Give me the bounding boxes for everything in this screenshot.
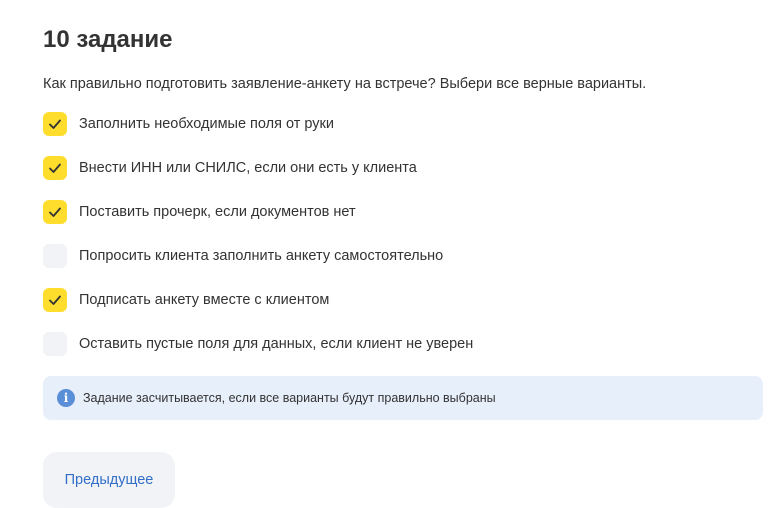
info-banner: i Задание засчитывается, если все вариан… <box>43 376 763 420</box>
option-label: Заполнить необходимые поля от руки <box>79 116 334 132</box>
task-title: 10 задание <box>43 26 173 53</box>
option-5[interactable]: Оставить пустые поля для данных, если кл… <box>43 332 473 356</box>
previous-button[interactable]: Предыдущее <box>43 452 175 508</box>
option-3[interactable]: Попросить клиента заполнить анкету самос… <box>43 244 443 268</box>
checkbox-checked[interactable] <box>43 112 67 136</box>
option-label: Подписать анкету вместе с клиентом <box>79 292 330 308</box>
checkbox-unchecked[interactable] <box>43 332 67 356</box>
option-label: Попросить клиента заполнить анкету самос… <box>79 248 444 264</box>
option-label: Оставить пустые поля для данных, если кл… <box>79 336 474 352</box>
option-0[interactable]: Заполнить необходимые поля от руки <box>43 112 334 136</box>
checkmark-icon <box>49 295 61 305</box>
task-question: Как правильно подготовить заявление-анке… <box>43 76 647 92</box>
checkbox-checked[interactable] <box>43 288 67 312</box>
checkbox-unchecked[interactable] <box>43 244 67 268</box>
checkbox-checked[interactable] <box>43 200 67 224</box>
checkbox-checked[interactable] <box>43 156 67 180</box>
option-1[interactable]: Внести ИНН или СНИЛС, если они есть у кл… <box>43 156 417 180</box>
option-label: Внести ИНН или СНИЛС, если они есть у кл… <box>79 160 417 176</box>
checkmark-icon <box>49 163 61 173</box>
info-text: Задание засчитывается, если все варианты… <box>83 391 496 405</box>
option-4[interactable]: Подписать анкету вместе с клиентом <box>43 288 329 312</box>
checkmark-icon <box>49 207 61 217</box>
option-2[interactable]: Поставить прочерк, если документов нет <box>43 200 356 224</box>
option-label: Поставить прочерк, если документов нет <box>79 204 356 220</box>
info-icon: i <box>57 389 75 407</box>
checkmark-icon <box>49 119 61 129</box>
